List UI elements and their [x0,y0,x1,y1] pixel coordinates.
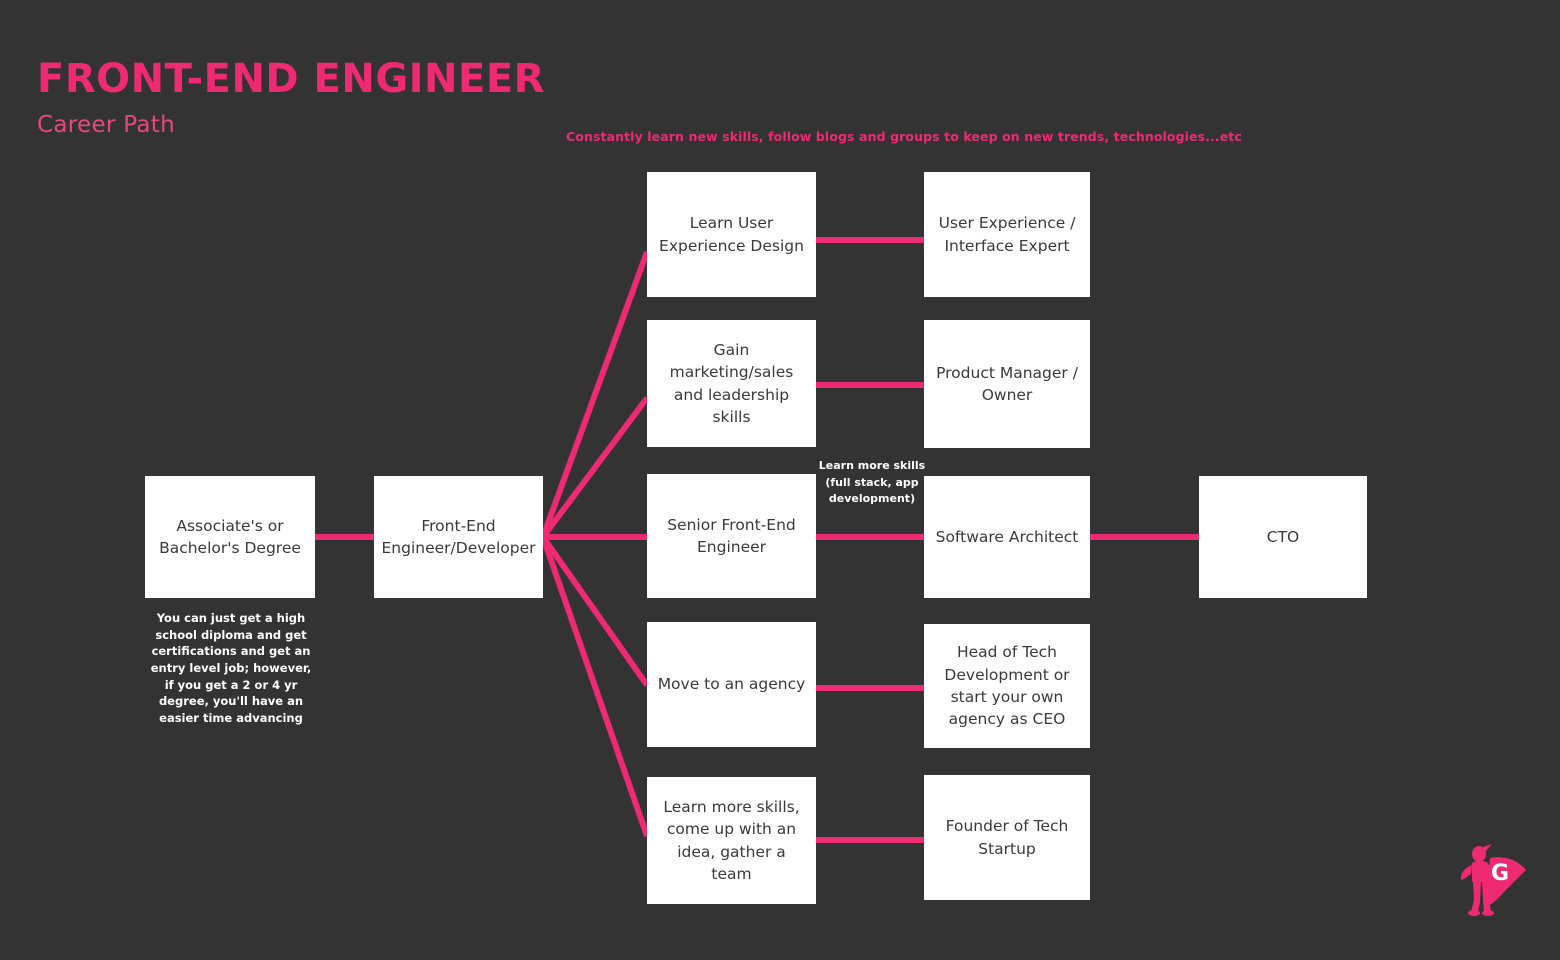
node-ux-expert[interactable]: User Experience / Interface Expert [924,172,1090,297]
page-title: FRONT-END ENGINEER [37,56,545,102]
node-degree[interactable]: Associate's or Bachelor's Degree [145,476,315,598]
node-founder-startup-label: Founder of Tech Startup [945,817,1069,858]
node-learn-more-idea-label: Learn more skills, come up with an idea,… [663,797,800,883]
node-move-agency-label: Move to an agency [657,675,806,694]
link-engineer-to-learn-ux [540,250,650,539]
node-product-manager[interactable]: Product Manager / Owner [924,320,1090,448]
superhero-logo-icon: G [1460,844,1526,916]
node-senior-frontend-engineer[interactable]: Senior Front-End Engineer [647,474,816,598]
degree-note: You can just get a high school diploma a… [150,611,312,726]
node-move-agency[interactable]: Move to an agency [647,622,816,747]
node-ux-expert-label: User Experience / Interface Expert [938,214,1076,255]
node-software-architect-label: Software Architect [935,527,1079,546]
node-founder-startup[interactable]: Founder of Tech Startup [924,775,1090,900]
node-cto[interactable]: CTO [1199,476,1367,598]
node-learn-ux-label: Learn User Experience Design [659,214,804,255]
logo-letter: G [1491,861,1509,886]
node-head-of-tech[interactable]: Head of Tech Development or start your o… [924,624,1090,748]
node-learn-ux[interactable]: Learn User Experience Design [647,172,816,297]
link-engineer-to-move-agency [540,535,650,687]
node-gain-marketing-label: Gain marketing/sales and leadership skil… [669,340,794,426]
node-product-manager-label: Product Manager / Owner [936,363,1078,404]
link-engineer-to-learn-idea [540,536,650,837]
full-stack-skills-note: Learn more skills (full stack, app devel… [818,459,926,505]
node-software-architect[interactable]: Software Architect [924,476,1090,598]
node-frontend-engineer[interactable]: Front-End Engineer/Developer [374,476,543,598]
node-frontend-engineer-label: Front-End Engineer/Developer [381,516,536,557]
node-gain-marketing[interactable]: Gain marketing/sales and leadership skil… [647,320,816,447]
node-cto-label: CTO [1266,527,1300,546]
node-degree-label: Associate's or Bachelor's Degree [159,516,301,557]
link-engineer-to-gain-marketing [540,396,650,539]
node-learn-more-idea[interactable]: Learn more skills, come up with an idea,… [647,777,816,904]
career-path-diagram: FRONT-END ENGINEER Career Path Constantl… [0,0,1560,960]
node-senior-frontend-engineer-label: Senior Front-End Engineer [667,515,796,556]
node-head-of-tech-label: Head of Tech Development or start your o… [944,643,1070,729]
page-subtitle: Career Path [37,112,175,138]
top-advice-note: Constantly learn new skills, follow blog… [566,129,1242,144]
